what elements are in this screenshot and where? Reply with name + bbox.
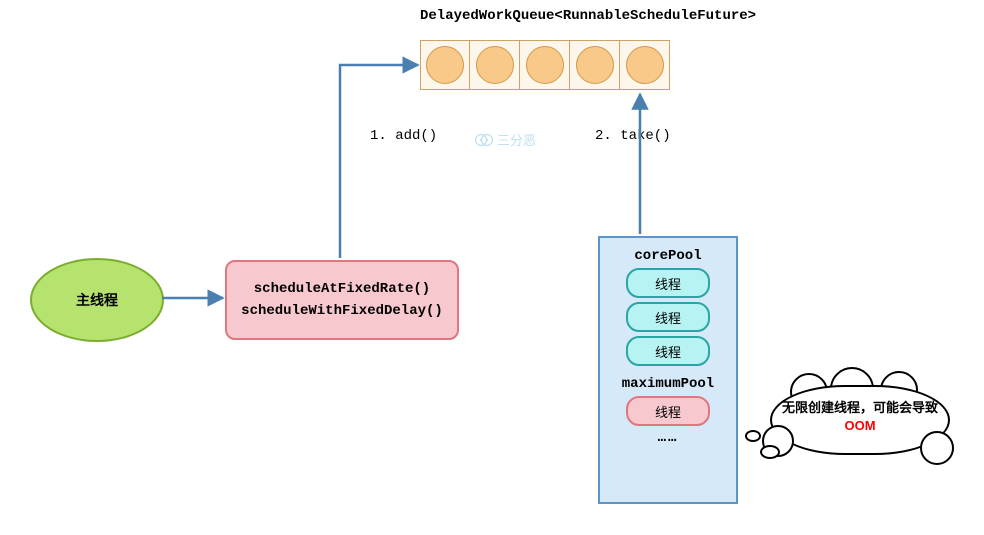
queue-slot <box>420 40 470 90</box>
schedule-with-fixed-delay: scheduleWithFixedDelay() <box>241 303 443 319</box>
core-thread-pill: 线程 <box>626 302 710 332</box>
queue-slot <box>520 40 570 90</box>
watermark: 三分恶 <box>475 130 536 149</box>
task-icon <box>426 46 464 84</box>
task-icon <box>476 46 514 84</box>
delayed-work-queue <box>420 40 670 90</box>
diagram-title: DelayedWorkQueue<RunnableScheduleFuture> <box>420 8 756 24</box>
max-thread-pill: 线程 <box>626 396 710 426</box>
task-icon <box>526 46 564 84</box>
core-thread-pill: 线程 <box>626 336 710 366</box>
main-thread-node: 主线程 <box>30 258 164 342</box>
schedule-methods-node: scheduleAtFixedRate() scheduleWithFixedD… <box>225 260 459 340</box>
thread-label: 线程 <box>655 402 681 421</box>
queue-slot <box>470 40 520 90</box>
thread-label: 线程 <box>655 342 681 361</box>
maximum-pool-label: maximumPool <box>608 376 728 392</box>
watermark-icon <box>475 133 493 147</box>
warning-cloud: 无限创建线程，可能会导致 OOM <box>770 385 950 455</box>
watermark-text: 三分恶 <box>497 130 536 149</box>
add-label: 1. add() <box>370 128 437 144</box>
thread-pool-box: corePool 线程 线程 线程 maximumPool 线程 …… <box>598 236 738 504</box>
queue-slot <box>620 40 670 90</box>
warning-prefix: 无限创建线程，可能会导致 <box>782 400 938 415</box>
warning-oom: OOM <box>844 418 875 433</box>
queue-slot <box>570 40 620 90</box>
arrow-add <box>340 65 418 258</box>
take-label: 2. take() <box>595 128 671 144</box>
thread-label: 线程 <box>655 274 681 293</box>
cloud-tail-icon <box>760 445 780 459</box>
task-icon <box>626 46 664 84</box>
more-indicator: …… <box>608 430 728 446</box>
thread-label: 线程 <box>655 308 681 327</box>
core-thread-pill: 线程 <box>626 268 710 298</box>
main-thread-label: 主线程 <box>76 290 118 310</box>
warning-text: 无限创建线程，可能会导致 OOM <box>780 399 940 434</box>
task-icon <box>576 46 614 84</box>
core-pool-label: corePool <box>608 248 728 264</box>
schedule-at-fixed-rate: scheduleAtFixedRate() <box>254 281 430 297</box>
cloud-tail-icon <box>745 430 761 442</box>
